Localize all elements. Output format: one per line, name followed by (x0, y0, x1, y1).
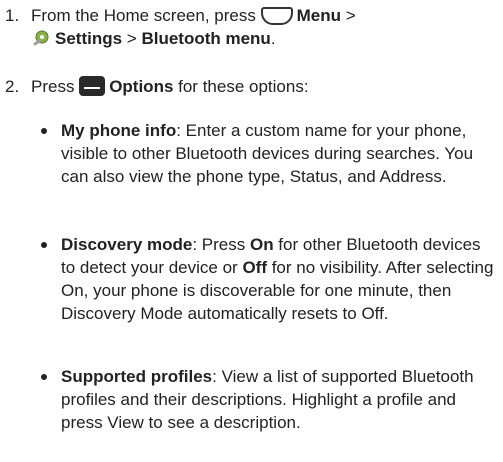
period: . (270, 29, 276, 48)
off-label: Off (242, 258, 267, 277)
list-item-text: Discovery mode: Press On for other Bluet… (61, 233, 497, 325)
menu-label: Menu (296, 6, 341, 25)
option-title: Supported profiles (61, 367, 213, 386)
step-1-intro: From the Home screen, press (31, 6, 256, 25)
step-text: From the Home screen, press Menu > Setti… (31, 4, 500, 50)
on-label: On (249, 235, 274, 254)
option-title: Discovery mode (61, 235, 193, 254)
bullet-dot (41, 374, 47, 380)
separator: > (340, 6, 356, 25)
bluetooth-menu-label: Bluetooth menu (141, 29, 271, 48)
menu-key-icon (260, 7, 293, 25)
option-title: My phone info (61, 121, 177, 140)
settings-label: Settings (55, 29, 123, 48)
option-description: : Press (192, 235, 250, 254)
bullet-dot (41, 128, 47, 134)
options-label: Options (109, 77, 174, 96)
options-key-icon (79, 76, 106, 96)
step-number: 1. (5, 6, 20, 25)
step-2-intro: Press (31, 77, 80, 96)
list-item-text: My phone info: Enter a custom name for y… (61, 119, 497, 188)
list-item-text: Supported profiles: View a list of suppo… (61, 365, 497, 434)
step-2-tail: for these options: (173, 77, 309, 96)
separator: > (122, 29, 142, 48)
step-text: Press Options for these options: (31, 75, 500, 98)
step-number: 2. (5, 77, 20, 96)
help-page: 1. From the Home screen, press Menu > Se… (0, 0, 503, 462)
settings-gear-icon (31, 28, 51, 48)
bullet-dot (41, 242, 47, 248)
